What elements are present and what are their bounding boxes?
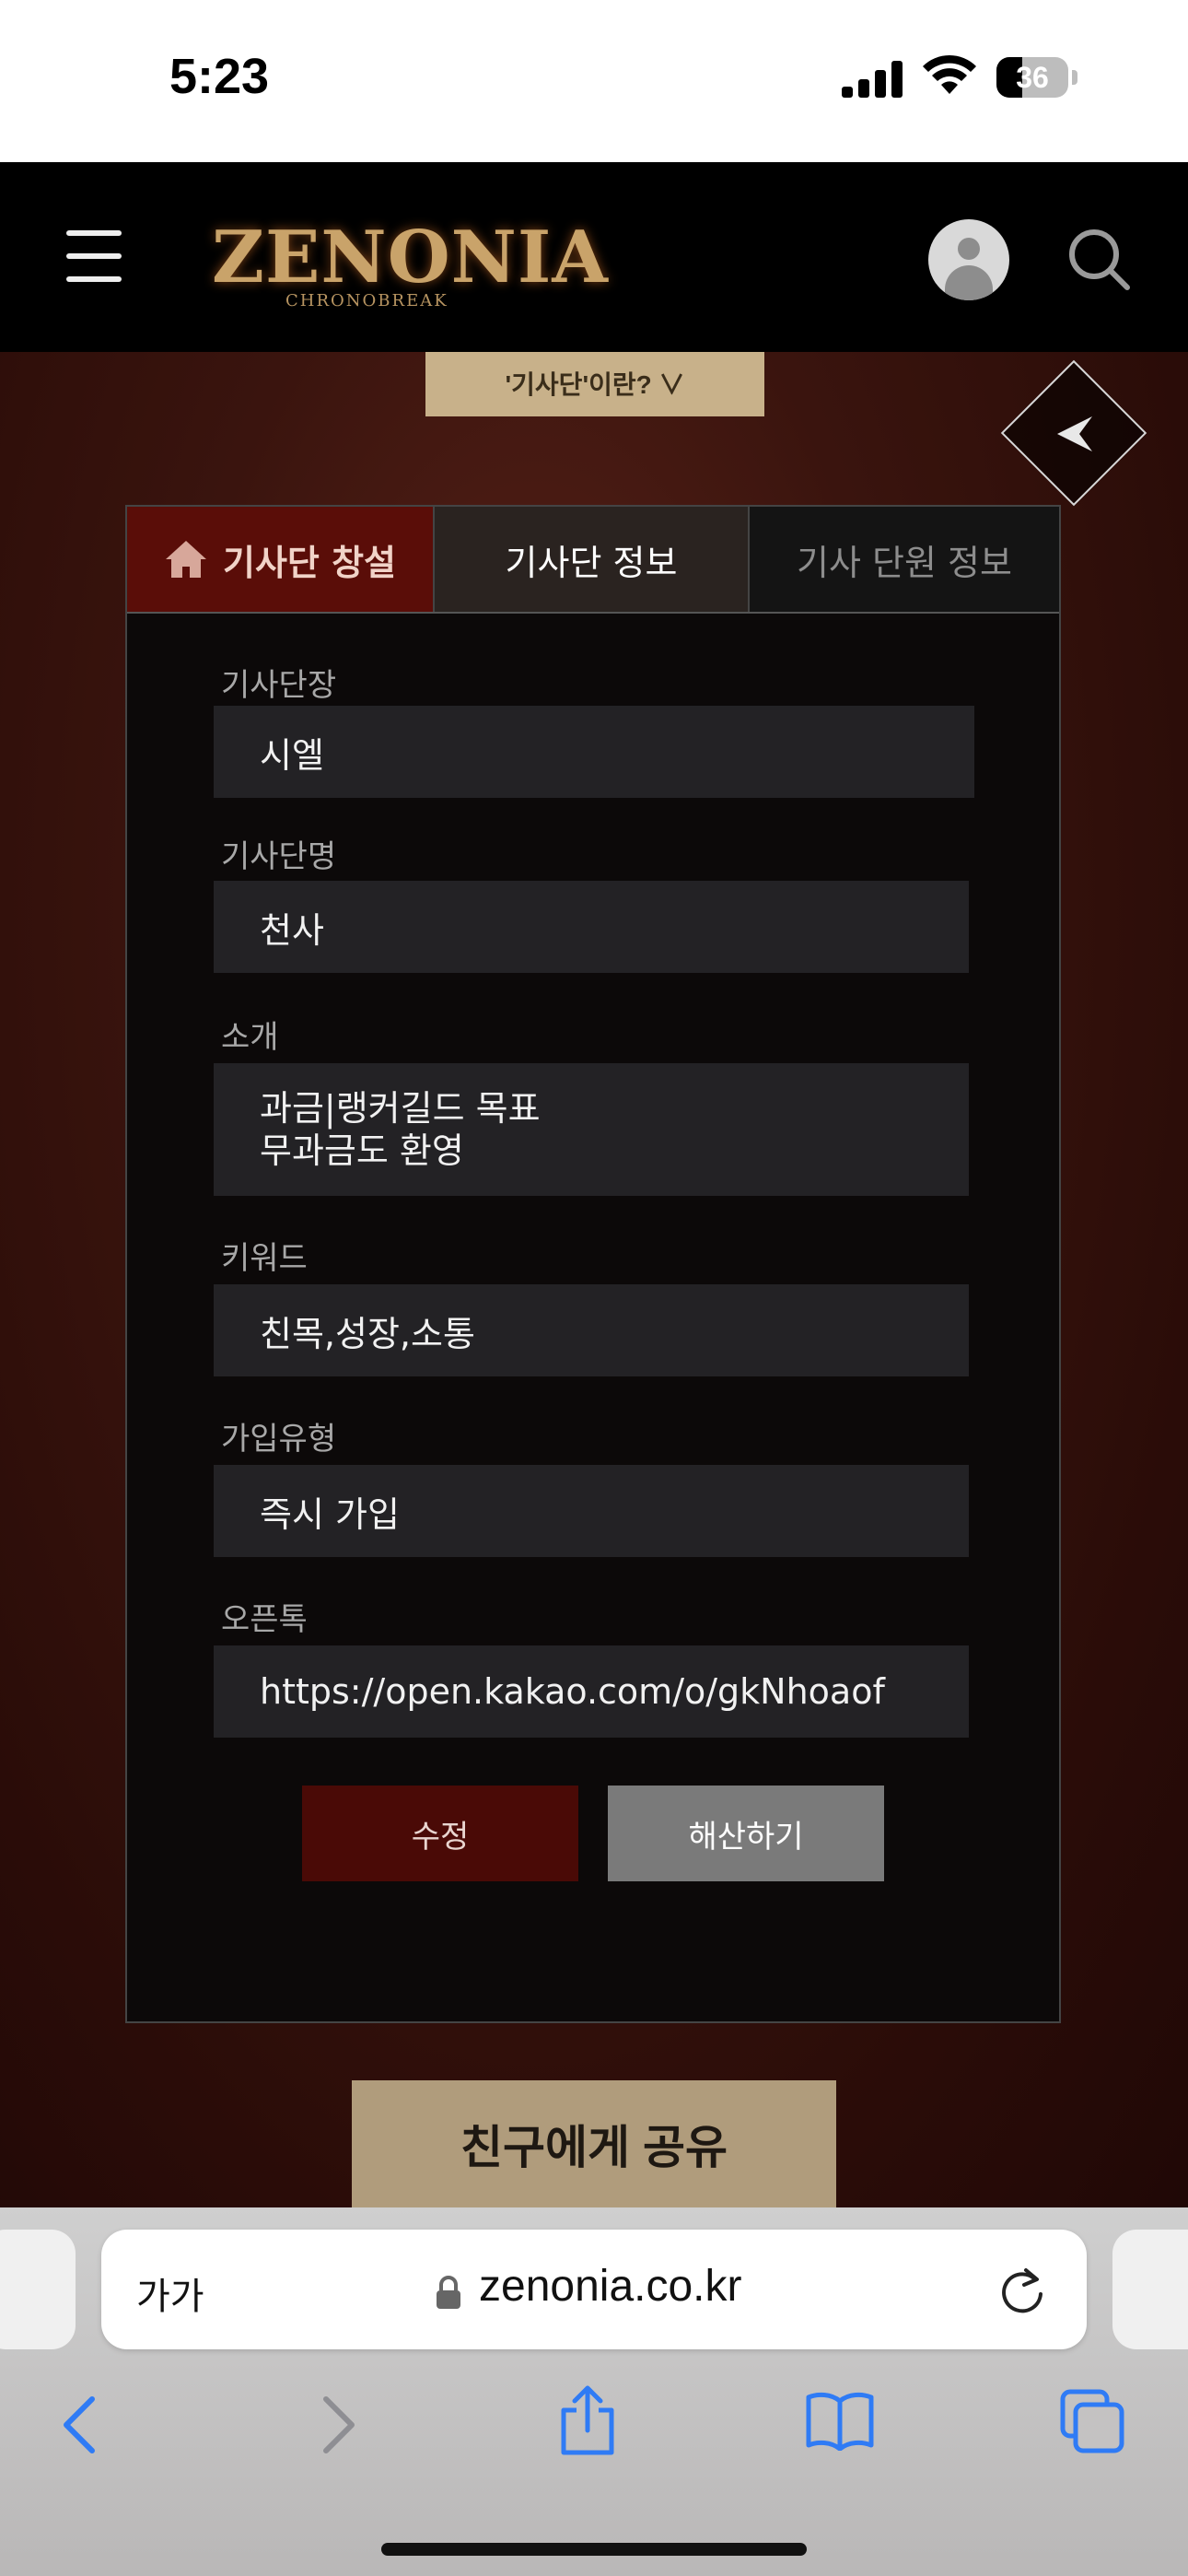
tab-create-guild-label: 기사단 창설	[222, 542, 397, 583]
leader-field[interactable]: 시엘	[214, 706, 974, 798]
open-chat-value: https://open.kakao.com/o/gkNhoaof	[260, 1671, 885, 1712]
guild-page: '기사단'이란? ∨ 기사단 창설 기사단 정보 기사 단원 정보 기사단장 시…	[0, 352, 1188, 2207]
keywords-value: 친목,성장,소통	[260, 1313, 475, 1354]
browser-chrome: 가가 zenonia.co.kr	[0, 2207, 1188, 2576]
tab-guild-info-label: 기사단 정보	[505, 542, 678, 583]
bookmarks-icon[interactable]	[805, 2392, 875, 2451]
what-is-guild-button[interactable]: '기사단'이란? ∨	[425, 352, 764, 416]
intro-line-1: 과금|랭커길드 목표	[260, 1088, 541, 1129]
previous-tab-preview[interactable]	[0, 2230, 76, 2349]
keywords-field[interactable]: 친목,성장,소통	[214, 1284, 969, 1376]
home-indicator	[381, 2543, 807, 2556]
share-icon[interactable]	[558, 2384, 617, 2456]
zenonia-logo[interactable]: ZENONIA CHRONOBREAK	[212, 216, 608, 310]
back-arrow-icon	[1057, 416, 1092, 451]
site-header: ZENONIA CHRONOBREAK	[0, 162, 1188, 352]
menu-icon[interactable]	[66, 230, 122, 286]
clock: 5:23	[169, 49, 270, 104]
home-icon	[164, 539, 208, 580]
dissolve-button[interactable]: 해산하기	[608, 1786, 884, 1881]
keywords-label: 키워드	[221, 1240, 308, 1277]
battery-level: 36	[1016, 61, 1049, 94]
tabs-icon[interactable]	[1059, 2388, 1125, 2454]
intro-label: 소개	[221, 1019, 279, 1056]
join-type-field[interactable]: 즉시 가입	[214, 1465, 969, 1557]
address-bar[interactable]: 가가 zenonia.co.kr	[101, 2230, 1087, 2349]
guild-name-field[interactable]: 천사	[214, 881, 969, 973]
tab-create-guild[interactable]: 기사단 창설	[127, 507, 433, 612]
back-icon[interactable]	[59, 2395, 99, 2454]
open-chat-field[interactable]: https://open.kakao.com/o/gkNhoaof	[214, 1645, 969, 1738]
intro-line-2: 무과금도 환영	[260, 1130, 464, 1171]
guild-name-label: 기사단명	[221, 838, 337, 875]
guild-name-value: 천사	[260, 909, 324, 951]
lock-icon	[437, 2276, 460, 2309]
tab-member-info[interactable]: 기사 단원 정보	[750, 507, 1059, 612]
forward-icon[interactable]	[319, 2395, 359, 2454]
edit-button[interactable]: 수정	[302, 1786, 578, 1881]
logo-subtitle: CHRONOBREAK	[285, 291, 448, 310]
guild-info-panel: 기사단 창설 기사단 정보 기사 단원 정보 기사단장 시엘 기사단명 천사 소…	[125, 505, 1061, 2023]
wifi-icon	[923, 54, 976, 94]
status-bar: 5:23 36	[0, 0, 1188, 162]
url-text: zenonia.co.kr	[479, 2262, 742, 2311]
reload-icon[interactable]	[998, 2265, 1048, 2316]
text-size-button[interactable]: 가가	[136, 2266, 204, 2320]
open-chat-label: 오픈톡	[221, 1601, 308, 1638]
next-tab-preview[interactable]	[1112, 2230, 1188, 2349]
avatar[interactable]	[928, 219, 1009, 300]
tab-member-info-label: 기사 단원 정보	[797, 542, 1012, 583]
guild-tabs: 기사단 창설 기사단 정보 기사 단원 정보	[127, 507, 1059, 614]
battery-icon: 36	[996, 57, 1068, 98]
join-type-label: 가입유형	[221, 1421, 337, 1458]
intro-field[interactable]: 과금|랭커길드 목표 무과금도 환영	[214, 1063, 969, 1196]
logo-text: ZENONIA	[212, 216, 609, 299]
search-icon[interactable]	[1066, 227, 1133, 293]
leader-value: 시엘	[260, 734, 324, 776]
share-with-friends-button[interactable]: 친구에게 공유	[352, 2080, 836, 2207]
leader-label: 기사단장	[221, 667, 337, 704]
join-type-value: 즉시 가입	[260, 1493, 400, 1535]
tab-guild-info[interactable]: 기사단 정보	[433, 507, 750, 612]
cellular-signal-icon	[842, 61, 903, 98]
